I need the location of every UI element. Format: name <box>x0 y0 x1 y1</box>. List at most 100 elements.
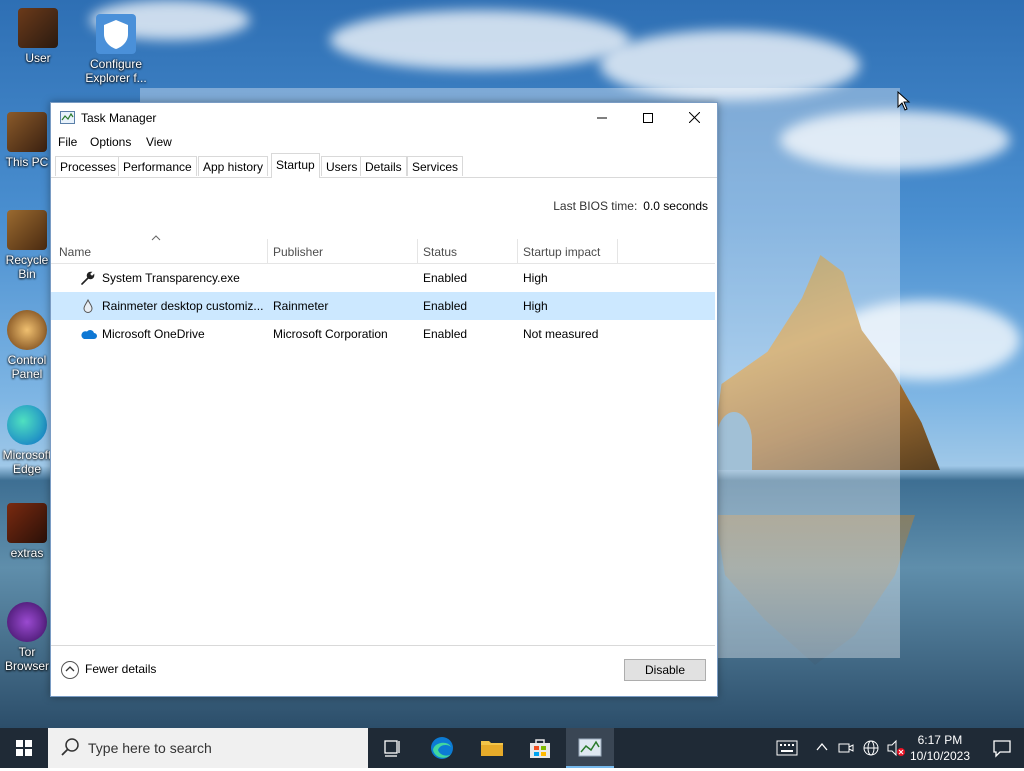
chevron-up-icon[interactable] <box>816 742 828 752</box>
tor-icon <box>7 602 47 642</box>
row-status: Enabled <box>423 299 468 313</box>
menu-file[interactable]: File <box>58 135 77 149</box>
maximize-button[interactable] <box>625 103 671 133</box>
clock-date: 10/10/2023 <box>909 749 970 763</box>
user-folder-icon <box>18 8 58 48</box>
row-impact: High <box>523 299 548 313</box>
desktop-icon-control-panel[interactable]: Control Panel <box>0 310 54 381</box>
taskbar-task-manager[interactable] <box>566 728 614 768</box>
tab-services[interactable]: Services <box>407 156 464 176</box>
clock-time: 6:17 PM <box>917 733 963 747</box>
task-view-button[interactable] <box>368 728 416 768</box>
desktop-icon-extras[interactable]: extras <box>0 503 54 560</box>
fewer-details-label: Fewer details <box>85 662 157 677</box>
chevron-up-icon <box>61 661 79 679</box>
maximize-icon <box>643 113 653 123</box>
row-status: Enabled <box>423 327 468 341</box>
row-name: System Transparency.exe <box>102 271 240 285</box>
row-publisher: Rainmeter <box>273 299 329 313</box>
row-impact: Not measured <box>523 327 599 341</box>
row-impact: High <box>523 271 548 285</box>
table-row[interactable]: Microsoft OneDrive Microsoft Corporation… <box>51 320 715 348</box>
close-button[interactable] <box>671 103 717 133</box>
menu-view[interactable]: View <box>146 135 172 149</box>
tab-users[interactable]: Users <box>321 156 363 176</box>
tab-details[interactable]: Details <box>360 156 407 176</box>
column-header-row: Name Publisher Status Startup impact <box>51 235 715 264</box>
disable-button[interactable]: Disable <box>624 659 706 681</box>
tab-app-history[interactable]: App history <box>198 156 269 176</box>
tab-startup[interactable]: Startup <box>271 153 320 178</box>
desktop-icon-recycle-bin[interactable]: Recycle Bin <box>0 210 54 281</box>
row-publisher: Microsoft Corporation <box>273 327 388 341</box>
column-startup-impact[interactable]: Startup impact <box>523 245 600 259</box>
start-button[interactable] <box>0 728 48 768</box>
window-title: Task Manager <box>81 111 157 125</box>
column-separator[interactable] <box>417 239 418 263</box>
volume-muted-icon[interactable] <box>886 739 906 757</box>
column-publisher[interactable]: Publisher <box>273 245 323 259</box>
rainmeter-icon <box>83 299 93 313</box>
mouse-cursor-icon <box>897 91 911 111</box>
computer-icon <box>7 112 47 152</box>
task-view-icon <box>384 740 400 757</box>
tab-processes[interactable]: Processes <box>55 156 122 176</box>
column-separator[interactable] <box>267 239 268 263</box>
desktop-icon-tor-browser[interactable]: Tor Browser <box>0 602 54 673</box>
windows-logo-icon <box>16 740 32 756</box>
taskbar-search-box[interactable]: Type here to search <box>48 728 368 768</box>
meet-now-icon[interactable] <box>838 740 854 756</box>
folder-icon <box>7 503 47 543</box>
table-row-selected[interactable]: Rainmeter desktop customiz... Rainmeter … <box>51 292 715 320</box>
shield-icon <box>96 14 136 54</box>
taskbar-edge[interactable] <box>418 728 466 768</box>
task-manager-window: Task Manager File Options View Processes… <box>50 102 718 697</box>
row-name: Microsoft OneDrive <box>102 327 205 341</box>
edge-icon <box>7 405 47 445</box>
bios-label: Last BIOS time: <box>553 199 638 213</box>
column-name[interactable]: Name <box>59 245 91 259</box>
control-panel-icon <box>7 310 47 350</box>
search-placeholder: Type here to search <box>88 740 212 756</box>
column-separator[interactable] <box>517 239 518 263</box>
column-status[interactable]: Status <box>423 245 457 259</box>
wrench-icon <box>81 271 95 285</box>
sort-up-icon <box>151 235 161 241</box>
desktop-icon-this-pc[interactable]: This PC <box>0 112 54 169</box>
keyboard-icon[interactable] <box>776 740 798 756</box>
row-status: Enabled <box>423 271 468 285</box>
bios-value: 0.0 seconds <box>643 199 708 213</box>
cloud <box>330 10 630 70</box>
last-bios-time: Last BIOS time: 0.0 seconds <box>553 199 708 213</box>
tab-strip: Processes Performance App history Startu… <box>51 153 717 178</box>
search-icon <box>61 738 79 756</box>
desktop-icon-configure-explorer[interactable]: Configure Explorer f... <box>78 14 154 85</box>
minimize-button[interactable] <box>579 103 625 133</box>
row-name: Rainmeter desktop customiz... <box>102 299 264 313</box>
minimize-icon <box>597 117 607 119</box>
fewer-details-toggle[interactable]: Fewer details <box>61 661 156 679</box>
desktop-icon-user[interactable]: User <box>0 8 76 65</box>
taskbar: Type here to search 6:17 PM 10/10/2023 <box>0 728 1024 768</box>
table-row[interactable]: System Transparency.exe Enabled High <box>51 264 715 292</box>
recycle-bin-icon <box>7 210 47 250</box>
taskbar-store[interactable] <box>516 728 564 768</box>
title-bar[interactable]: Task Manager <box>51 103 717 133</box>
notification-center-icon[interactable] <box>992 738 1012 758</box>
menu-options[interactable]: Options <box>90 135 131 149</box>
tab-performance[interactable]: Performance <box>118 156 197 176</box>
taskbar-file-explorer[interactable] <box>468 728 516 768</box>
footer-bar: Fewer details Disable <box>51 645 715 696</box>
task-manager-icon <box>60 111 75 124</box>
edge-icon <box>431 737 453 759</box>
store-icon <box>530 739 550 758</box>
network-globe-icon[interactable] <box>862 739 880 757</box>
task-manager-icon <box>578 738 602 757</box>
column-separator[interactable] <box>617 239 618 263</box>
onedrive-icon <box>81 329 97 339</box>
clock[interactable]: 6:17 PM 10/10/2023 <box>910 732 970 764</box>
menu-bar: File Options View <box>51 133 717 153</box>
close-icon <box>688 111 700 124</box>
desktop-icon-edge[interactable]: Microsoft Edge <box>0 405 54 476</box>
folder-icon <box>481 741 503 756</box>
